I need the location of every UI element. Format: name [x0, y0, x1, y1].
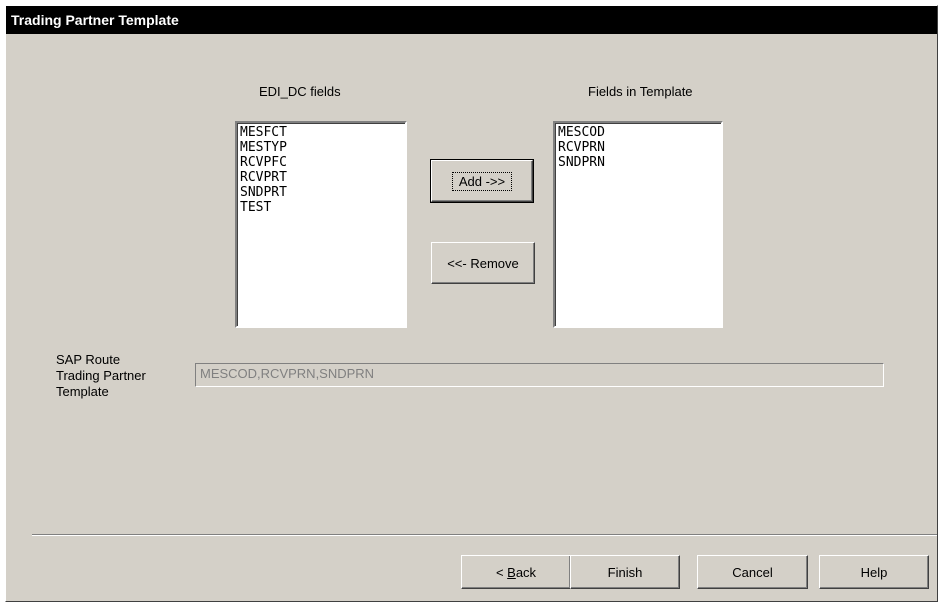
list-item[interactable]: MESCOD — [558, 125, 718, 140]
footer-separator-highlight — [32, 535, 937, 536]
route-template-field[interactable]: MESCOD,RCVPRN,SNDPRN — [195, 363, 884, 387]
list-item[interactable]: SNDPRN — [558, 155, 718, 170]
finish-button[interactable]: Finish — [570, 555, 680, 589]
route-label-line1: SAP Route — [56, 352, 121, 367]
template-fields-listbox[interactable]: MESCOD RCVPRN SNDPRN — [553, 121, 723, 328]
cancel-button[interactable]: Cancel — [697, 555, 808, 589]
list-item[interactable]: SNDPRT — [240, 185, 402, 200]
back-button-label: < Back — [495, 564, 537, 580]
remove-button[interactable]: <<- Remove — [431, 242, 535, 284]
add-button-label: Add ->> — [451, 171, 513, 191]
add-button[interactable]: Add ->> — [430, 159, 534, 203]
route-label-line3: Template — [56, 384, 109, 399]
target-list-label: Fields in Template — [588, 84, 693, 99]
list-item[interactable]: MESFCT — [240, 125, 402, 140]
source-fields-listbox[interactable]: MESFCT MESTYP RCVPFC RCVPRT SNDPRT TEST — [235, 121, 407, 328]
wizard-dialog: Trading Partner Template EDI_DC fields M… — [5, 5, 938, 602]
dialog-title: Trading Partner Template — [6, 6, 937, 34]
list-item[interactable]: RCVPRT — [240, 170, 402, 185]
list-item[interactable]: TEST — [240, 200, 402, 215]
back-button[interactable]: < Back — [461, 555, 571, 589]
list-item[interactable]: MESTYP — [240, 140, 402, 155]
help-button[interactable]: Help — [819, 555, 929, 589]
route-label-line2: Trading Partner — [56, 368, 146, 383]
route-label: SAP Route Trading Partner Template — [56, 352, 146, 400]
list-item[interactable]: RCVPRN — [558, 140, 718, 155]
source-list-label: EDI_DC fields — [259, 84, 341, 99]
list-item[interactable]: RCVPFC — [240, 155, 402, 170]
